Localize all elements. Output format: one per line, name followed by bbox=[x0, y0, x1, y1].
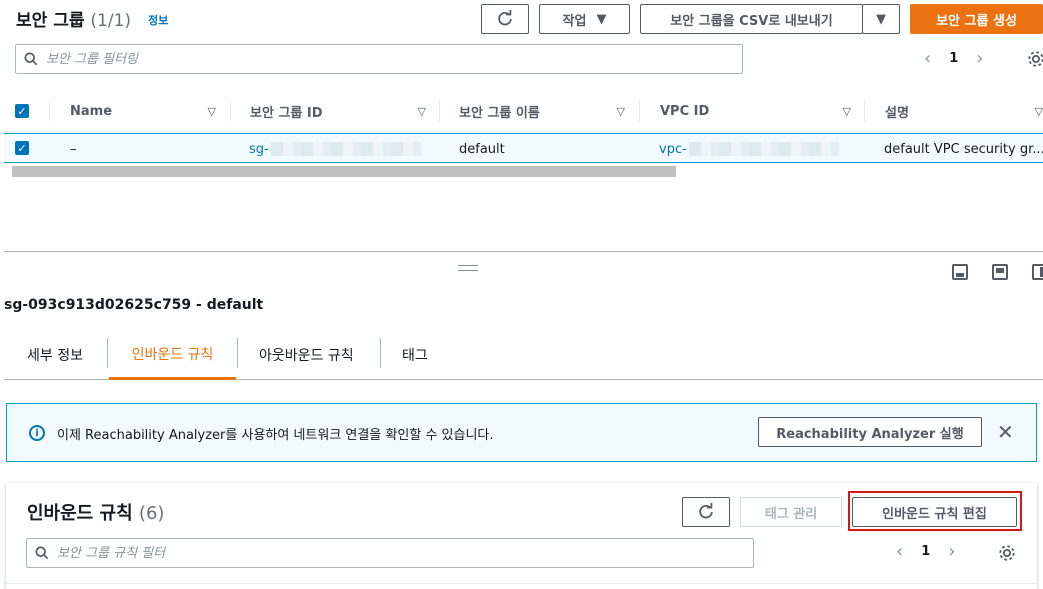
inbound-rules-panel: 인바운드 규칙 (6) 태그 관리 인바운드 규칙 편집 ‹ 1 › bbox=[6, 483, 1037, 589]
inbound-rules-title: 인바운드 규칙 (6) bbox=[27, 503, 165, 524]
divider bbox=[6, 583, 1037, 584]
split-divider bbox=[4, 251, 1043, 252]
manage-tags-button[interactable]: 태그 관리 bbox=[740, 497, 842, 527]
sort-icon: ▽ bbox=[417, 104, 426, 118]
refresh-rules-button[interactable] bbox=[682, 497, 730, 527]
cell-group-name: default bbox=[459, 141, 505, 157]
column-group-name[interactable]: 보안 그룹 이름 ▽ bbox=[459, 90, 639, 132]
run-reachability-analyzer-button[interactable]: Reachability Analyzer 실행 bbox=[758, 417, 982, 447]
highlight-box bbox=[848, 491, 1022, 531]
panel-split-icon[interactable] bbox=[992, 264, 1008, 280]
manage-tags-label: 태그 관리 bbox=[764, 506, 818, 522]
page-title: 보안 그룹 (1/1) bbox=[16, 11, 132, 31]
rules-filter[interactable] bbox=[26, 538, 754, 568]
page-number[interactable]: 1 bbox=[921, 544, 930, 559]
caret-down-icon: ▼ bbox=[596, 11, 607, 27]
search-input[interactable] bbox=[46, 51, 693, 67]
security-group-filter[interactable] bbox=[15, 44, 743, 74]
select-all-checkbox[interactable]: ✓ bbox=[15, 104, 29, 118]
search-icon bbox=[35, 546, 49, 560]
prev-page-icon[interactable]: ‹ bbox=[924, 48, 931, 69]
tab-details[interactable]: 세부 정보 bbox=[27, 330, 83, 380]
panel-bottom-icon[interactable] bbox=[952, 264, 968, 280]
close-icon[interactable]: ✕ bbox=[997, 420, 1014, 444]
table-header: ✓ Name ▽ 보안 그룹 ID ▽ 보안 그룹 이름 ▽ VPC ID ▽ 설명 ▽ bbox=[4, 90, 1043, 132]
actions-label: 작업 bbox=[562, 13, 587, 29]
settings-gear-icon[interactable] bbox=[1027, 50, 1043, 68]
cell-description: default VPC security gr... bbox=[884, 141, 1043, 157]
refresh-icon bbox=[498, 10, 512, 26]
sort-icon: ▽ bbox=[207, 104, 216, 118]
refresh-button[interactable] bbox=[481, 4, 529, 34]
column-vpc-id[interactable]: VPC ID ▽ bbox=[660, 90, 865, 132]
cell-vpc-id[interactable]: vpc- bbox=[659, 134, 839, 164]
rules-count: (6) bbox=[138, 503, 165, 524]
column-group-id[interactable]: 보안 그룹 ID ▽ bbox=[250, 90, 440, 132]
column-description[interactable]: 설명 ▽ bbox=[885, 90, 1043, 132]
tab-bar: 세부 정보 인바운드 규칙 아웃바운드 규칙 태그 bbox=[4, 330, 1043, 380]
search-icon bbox=[24, 52, 38, 66]
sort-icon: ▽ bbox=[1034, 104, 1043, 118]
actions-button[interactable]: 작업 ▼ bbox=[539, 4, 630, 34]
cell-group-id[interactable]: sg- bbox=[249, 134, 421, 164]
tab-tags[interactable]: 태그 bbox=[402, 330, 428, 380]
detail-title: sg-093c913d02625c759 - default bbox=[4, 297, 264, 313]
next-page-icon[interactable]: › bbox=[976, 48, 983, 69]
prev-page-icon[interactable]: ‹ bbox=[896, 541, 903, 562]
column-name[interactable]: Name ▽ bbox=[70, 90, 230, 132]
caret-down-icon: ▼ bbox=[876, 11, 886, 27]
rules-search-input[interactable] bbox=[57, 545, 704, 561]
redacted-block bbox=[688, 142, 839, 156]
banner-message: 이제 Reachability Analyzer를 사용하여 네트워크 연결을 … bbox=[57, 428, 494, 443]
cell-name: – bbox=[70, 141, 77, 157]
create-security-group-button[interactable]: 보안 그룹 생성 bbox=[910, 4, 1043, 34]
export-label: 보안 그룹을 CSV로 내보내기 bbox=[670, 13, 833, 29]
sort-icon: ▽ bbox=[842, 104, 851, 118]
row-checkbox[interactable]: ✓ bbox=[15, 141, 29, 155]
horizontal-scrollbar[interactable] bbox=[12, 166, 676, 177]
redacted-block bbox=[270, 142, 421, 156]
info-banner: i 이제 Reachability Analyzer를 사용하여 네트워크 연결… bbox=[6, 403, 1037, 462]
info-icon: i bbox=[29, 425, 45, 441]
settings-gear-icon[interactable] bbox=[998, 544, 1016, 562]
create-label: 보안 그룹 생성 bbox=[936, 13, 1017, 29]
info-link[interactable]: 정보 bbox=[148, 12, 168, 28]
sort-icon: ▽ bbox=[616, 104, 625, 118]
pagination: ‹ 1 › bbox=[924, 48, 983, 69]
panel-side-icon[interactable] bbox=[1032, 264, 1043, 280]
next-page-icon[interactable]: › bbox=[948, 541, 955, 562]
selection-count: (1/1) bbox=[90, 11, 132, 31]
tab-inbound-rules[interactable]: 인바운드 규칙 bbox=[109, 330, 236, 380]
rules-pagination: ‹ 1 › bbox=[896, 541, 955, 562]
page-number[interactable]: 1 bbox=[949, 51, 958, 66]
export-dropdown-button[interactable]: ▼ bbox=[862, 4, 900, 34]
refresh-icon bbox=[699, 503, 713, 519]
tab-outbound-rules[interactable]: 아웃바운드 규칙 bbox=[259, 330, 354, 380]
analyzer-label: Reachability Analyzer 실행 bbox=[776, 426, 964, 442]
table-row[interactable]: ✓ – sg- default vpc- default VPC securit… bbox=[4, 133, 1043, 163]
resize-handle-icon[interactable] bbox=[458, 265, 478, 271]
export-csv-button[interactable]: 보안 그룹을 CSV로 내보내기 bbox=[640, 4, 863, 34]
